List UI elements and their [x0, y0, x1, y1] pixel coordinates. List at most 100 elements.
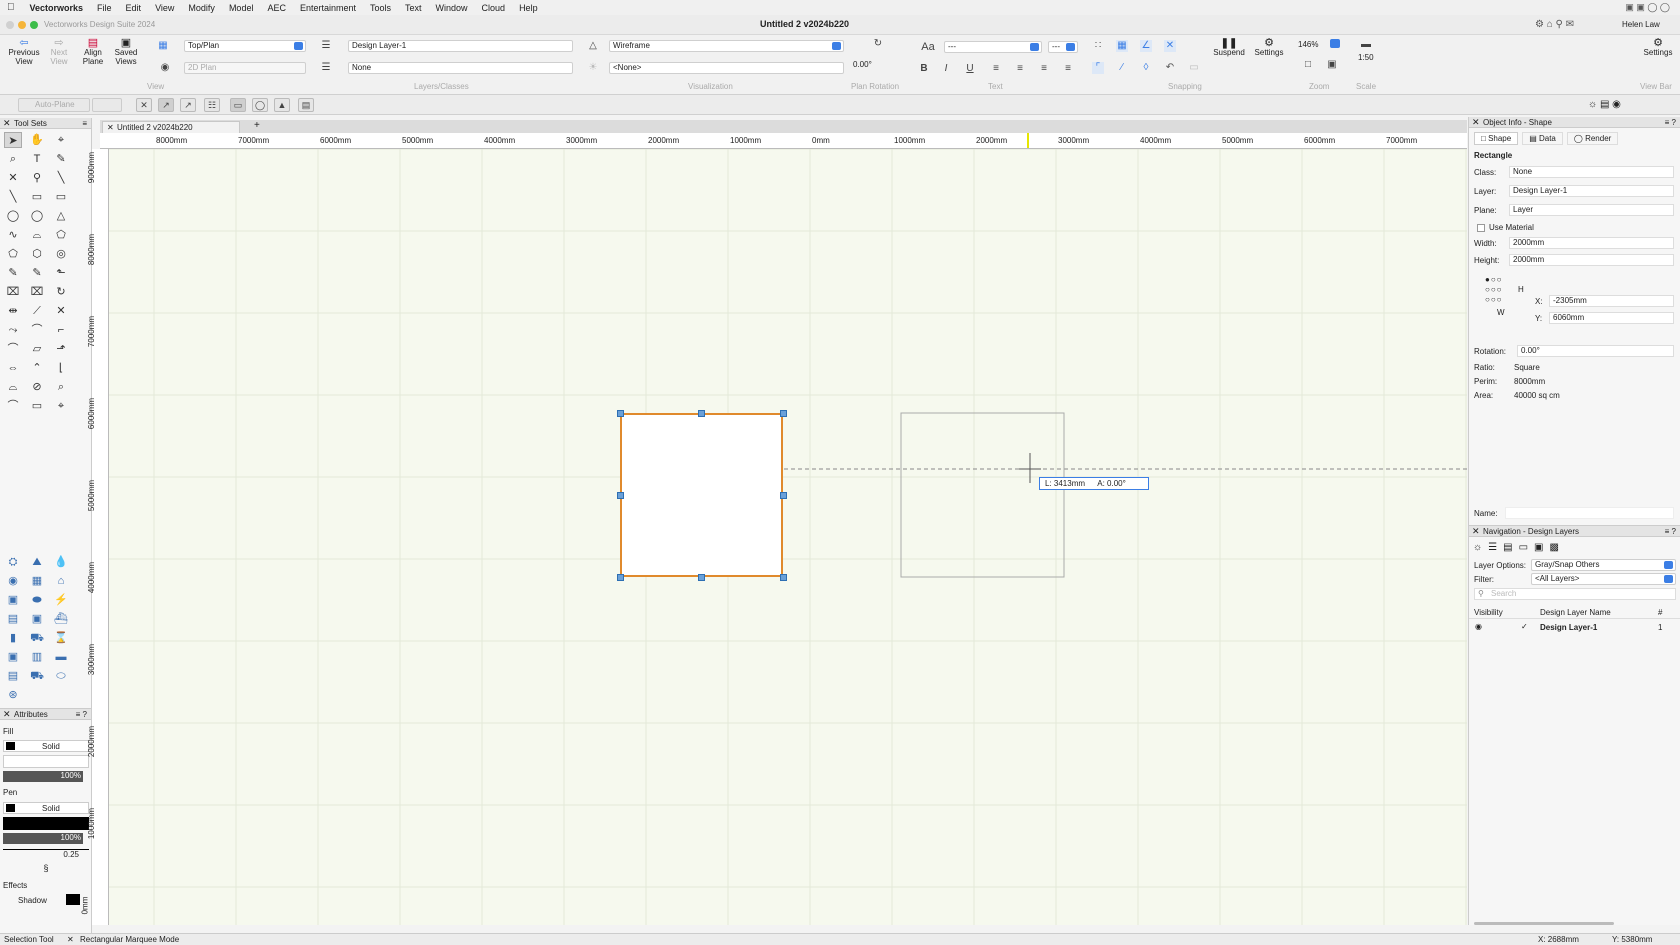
tool-button[interactable]: ➤ [4, 132, 22, 148]
app-menu[interactable]: Vectorworks [22, 3, 91, 13]
menu-modify[interactable]: Modify [181, 3, 222, 13]
toolset-button[interactable]: ⌂ [52, 573, 70, 589]
rotation-field[interactable]: 0.00° [1517, 345, 1674, 357]
mode-single-icon[interactable]: ↗ [180, 98, 196, 112]
menu-help[interactable]: Help [512, 3, 545, 13]
pen-color-bar[interactable] [3, 817, 89, 830]
working-plane-field[interactable] [92, 98, 122, 112]
zoom-window-icon[interactable] [30, 21, 38, 29]
close-icon[interactable]: ✕ [67, 934, 74, 945]
pen-weight-dropdown[interactable]: 0.25 [3, 849, 89, 860]
tool-button[interactable]: ✎ [28, 265, 46, 281]
resize-handle[interactable] [617, 492, 624, 499]
align-plane-button[interactable]: ▤ Align Plane [78, 38, 108, 67]
x-field[interactable]: -2305mm [1549, 295, 1674, 307]
menu-icon[interactable]: ≡ [82, 118, 87, 129]
visibility-eye-icon[interactable]: ◉ [1475, 622, 1482, 631]
previous-view-button[interactable]: ⇦ Previous View [6, 38, 42, 67]
tool-button[interactable]: ⚲ [28, 170, 46, 186]
tool-button[interactable]: ◯ [4, 208, 22, 224]
shadow-swatch[interactable] [66, 894, 80, 905]
resize-handle[interactable] [617, 410, 624, 417]
tool-button[interactable]: ⌖ [52, 398, 70, 414]
tool-button[interactable]: ⌒ [4, 341, 22, 357]
tool-button[interactable]: ⌃ [28, 360, 46, 376]
tool-button[interactable]: ⌒ [28, 322, 46, 338]
layer-options-dropdown[interactable]: Gray/Snap Others [1531, 559, 1676, 571]
tab-shape[interactable]: □ Shape [1474, 132, 1519, 145]
italic-button[interactable]: I [940, 63, 952, 75]
apple-icon[interactable]:  [0, 2, 22, 13]
menu-aec[interactable]: AEC [260, 3, 293, 13]
menu-file[interactable]: File [90, 3, 119, 13]
align-left-icon[interactable]: ≡ [990, 63, 1002, 75]
drawing-area[interactable]: L: 3413mm A: 0.00° [109, 149, 1467, 925]
use-material-checkbox[interactable] [1477, 224, 1485, 232]
layer-search-input[interactable]: ⚲ Search [1474, 588, 1676, 600]
snap-point-icon[interactable]: ◊ [1140, 62, 1152, 74]
marquee-options-icon[interactable]: ▤ [298, 98, 314, 112]
tool-button[interactable]: ⬠ [52, 227, 70, 243]
fill-color-bar[interactable] [3, 755, 89, 768]
resize-handle[interactable] [698, 410, 705, 417]
tool-button[interactable]: ⤳ [4, 322, 22, 338]
align-right-icon[interactable]: ≡ [1038, 63, 1050, 75]
menu-tools[interactable]: Tools [363, 3, 398, 13]
toolset-button[interactable]: ▮ [4, 630, 22, 646]
tool-button[interactable]: ⌓ [28, 227, 46, 243]
toolset-button[interactable]: ⛭ [4, 554, 22, 570]
underline-button[interactable]: U [964, 63, 976, 75]
tool-button[interactable]: ◎ [52, 246, 70, 262]
tool-button[interactable]: ⌕ [52, 379, 70, 395]
menu-cloud[interactable]: Cloud [475, 3, 513, 13]
toolset-button[interactable]: ⛟ [28, 630, 46, 646]
user-name[interactable]: Helen Law [1622, 20, 1660, 29]
zoom-value[interactable]: 146% [1298, 40, 1318, 49]
plane-dropdown[interactable]: Layer [1509, 204, 1674, 216]
minimize-window-icon[interactable] [18, 21, 26, 29]
toolset-button[interactable]: ⚡ [52, 592, 70, 608]
tool-button[interactable]: ▱ [28, 341, 46, 357]
toolset-button[interactable]: ⬭ [52, 668, 70, 684]
tool-button[interactable]: ⌧ [28, 284, 46, 300]
plan-rotation-field[interactable]: 0.00° [850, 60, 902, 72]
resize-handle[interactable] [780, 410, 787, 417]
toolset-button[interactable]: ⌛ [52, 630, 70, 646]
toolbar-right-icons[interactable]: ⚙ ⌂ ⚲ ✉ [1535, 19, 1574, 30]
help-icon[interactable]: ≡ ? [1665, 117, 1676, 128]
toolset-button[interactable]: ⬬ [28, 592, 46, 608]
pen-color-swatch[interactable] [6, 804, 15, 812]
plane-dropdown[interactable]: 2D Plan [184, 62, 306, 74]
lasso-marquee-icon[interactable]: ◯ [252, 98, 268, 112]
class-icon[interactable]: ☰ [320, 62, 332, 74]
tool-button[interactable]: ▭ [28, 189, 46, 205]
resize-handle[interactable] [698, 574, 705, 581]
close-icon[interactable]: ✕ [1472, 526, 1480, 537]
name-field[interactable] [1505, 507, 1674, 519]
menu-text[interactable]: Text [398, 3, 429, 13]
document-tab[interactable]: ✕ Untitled 2 v2024b220 [102, 121, 240, 133]
selected-rectangle[interactable] [620, 413, 783, 577]
tool-button[interactable]: ⌕ [4, 151, 22, 167]
light-dropdown[interactable]: <None> [609, 62, 844, 74]
snap-object-icon[interactable]: ▦ [1116, 40, 1128, 52]
bold-button[interactable]: B [918, 63, 930, 75]
tool-button[interactable]: ▭ [28, 398, 46, 414]
table-row[interactable]: ◉ ✓ Design Layer-1 1 [1469, 621, 1680, 635]
tool-button[interactable]: ⬡ [28, 246, 46, 262]
tool-button[interactable]: ⌊ [52, 360, 70, 376]
viewbar-right-icons[interactable]: ☼ ▤ ◉ [1588, 99, 1621, 110]
fill-opacity-slider[interactable]: 100% [3, 771, 83, 782]
polygon-marquee-icon[interactable]: ▲ [274, 98, 290, 112]
tool-button[interactable]: ⇹ [4, 303, 22, 319]
toolset-button[interactable]: ▤ [4, 611, 22, 627]
align-center-icon[interactable]: ≡ [1014, 63, 1026, 75]
tool-button[interactable]: ✎ [4, 265, 22, 281]
snap-intersection-icon[interactable]: ✕ [1164, 40, 1176, 52]
tool-button[interactable]: ⌐ [52, 322, 70, 338]
render-mode-dropdown[interactable]: Wireframe [609, 40, 844, 52]
menu-view[interactable]: View [148, 3, 181, 13]
resize-handle[interactable] [780, 492, 787, 499]
menu-model[interactable]: Model [222, 3, 261, 13]
tool-button[interactable]: ⊘ [28, 379, 46, 395]
